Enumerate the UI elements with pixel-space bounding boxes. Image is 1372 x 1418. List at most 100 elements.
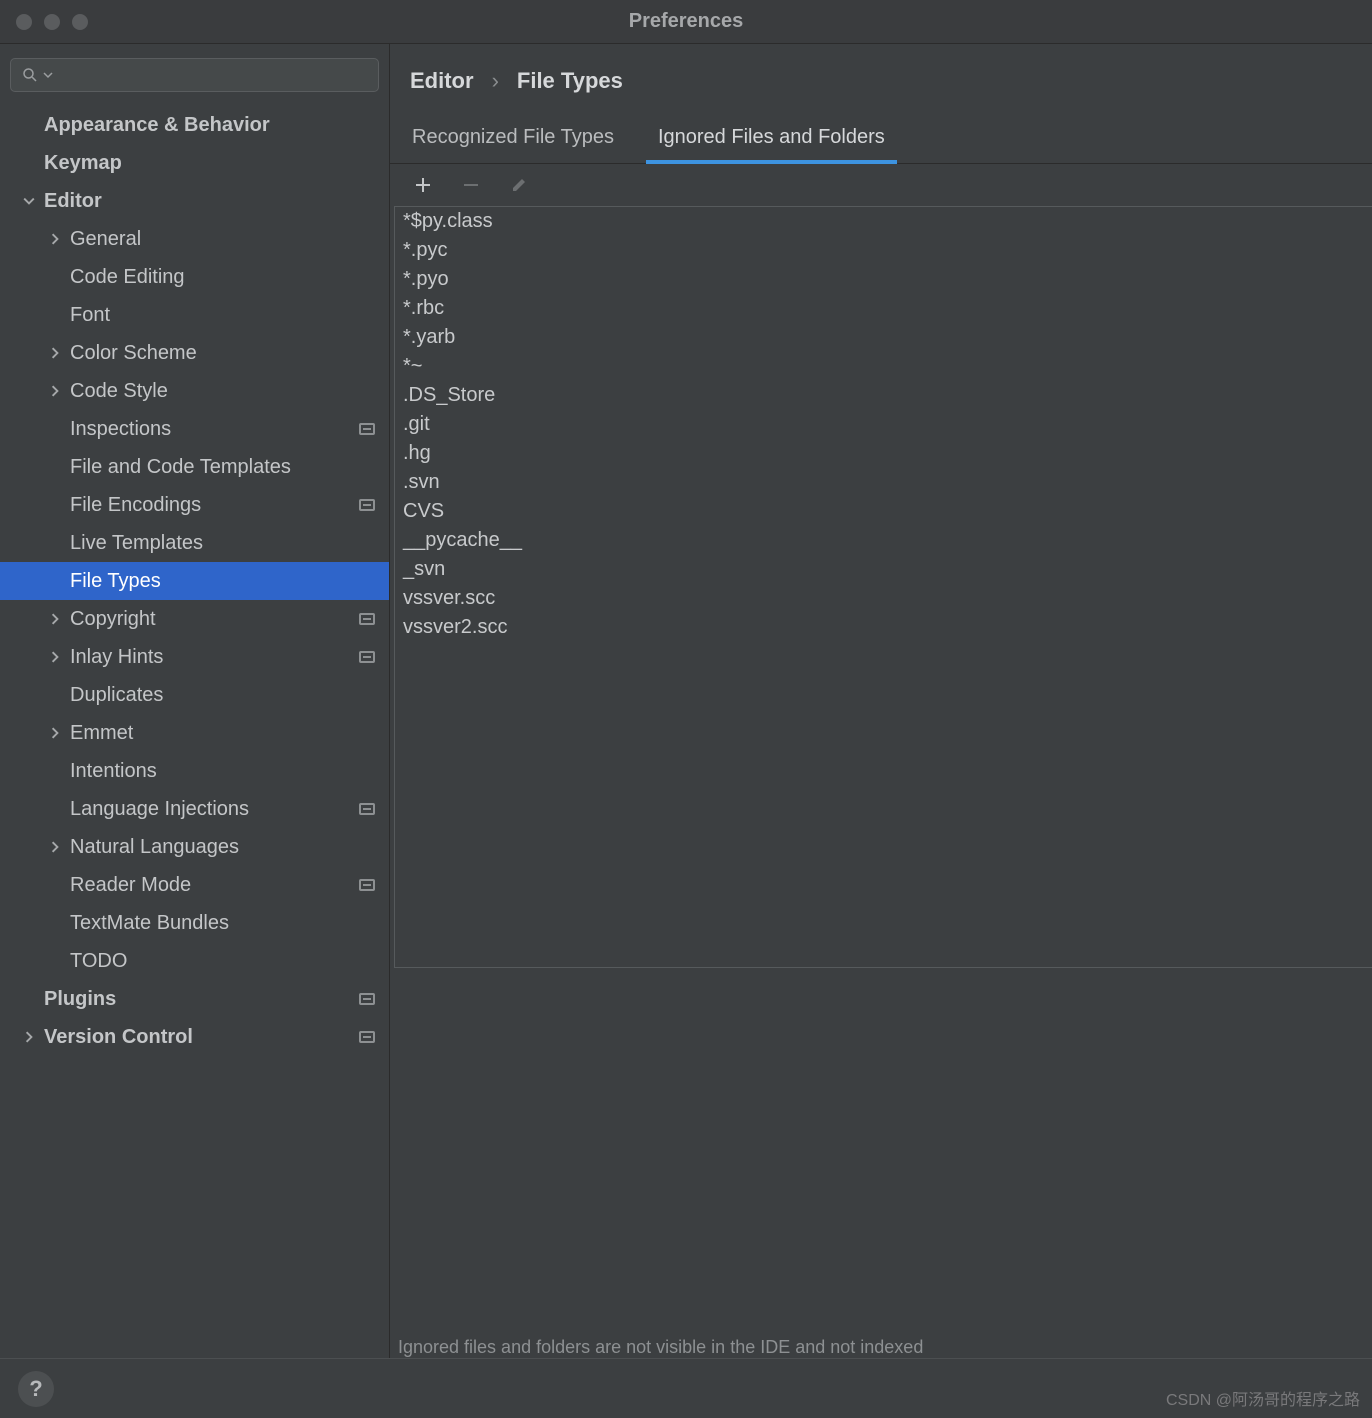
sidebar-item-label: Font	[70, 304, 110, 327]
sidebar-item-file-types[interactable]: File Types	[0, 562, 389, 600]
list-item[interactable]: *.pyc	[395, 236, 1372, 265]
sidebar-item-label: File Encodings	[70, 494, 201, 517]
tab-recognized-file-types[interactable]: Recognized File Types	[410, 116, 616, 163]
plus-icon	[414, 176, 432, 194]
window-controls	[0, 14, 88, 30]
sidebar-item-natural-languages[interactable]: Natural Languages	[0, 828, 389, 866]
list-item[interactable]: vssver2.scc	[395, 613, 1372, 642]
search-input[interactable]	[57, 65, 368, 86]
sidebar-item-color-scheme[interactable]: Color Scheme	[0, 334, 389, 372]
sidebar-item-language-injections[interactable]: Language Injections	[0, 790, 389, 828]
sidebar-item-label: Reader Mode	[70, 874, 191, 897]
pencil-icon	[510, 176, 528, 194]
sidebar-item-general[interactable]: General	[0, 220, 389, 258]
list-item[interactable]: .git	[395, 410, 1372, 439]
zoom-window-button[interactable]	[72, 14, 88, 30]
search-icon	[21, 66, 39, 84]
sidebar-item-font[interactable]: Font	[0, 296, 389, 334]
sidebar-item-label: Copyright	[70, 608, 156, 631]
sidebar-item-editor[interactable]: Editor	[0, 182, 389, 220]
sidebar-item-label: Natural Languages	[70, 836, 239, 859]
sidebar-item-label: Inspections	[70, 418, 171, 441]
list-item[interactable]: vssver.scc	[395, 584, 1372, 613]
chevron-right-icon	[46, 347, 64, 359]
list-item[interactable]: *$py.class	[395, 207, 1372, 236]
sidebar-item-emmet[interactable]: Emmet	[0, 714, 389, 752]
sidebar-item-label: Code Editing	[70, 266, 185, 289]
sidebar-item-todo[interactable]: TODO	[0, 942, 389, 980]
sidebar-item-label: Intentions	[70, 760, 157, 783]
edit-button[interactable]	[508, 174, 530, 196]
sidebar-item-label: Code Style	[70, 380, 168, 403]
chevron-right-icon	[46, 841, 64, 853]
list-item[interactable]: .svn	[395, 468, 1372, 497]
titlebar: Preferences	[0, 0, 1372, 44]
sidebar-item-label: TODO	[70, 950, 127, 973]
minimize-window-button[interactable]	[44, 14, 60, 30]
preferences-sidebar: Appearance & Behavior Keymap Editor General…	[0, 44, 390, 1358]
list-item[interactable]: *.yarb	[395, 323, 1372, 352]
sidebar-item-label: Version Control	[44, 1026, 193, 1049]
list-item[interactable]: __pycache__	[395, 526, 1372, 555]
main-area: Appearance & Behavior Keymap Editor General…	[0, 44, 1372, 1358]
sidebar-item-textmate-bundles[interactable]: TextMate Bundles	[0, 904, 389, 942]
sidebar-item-file-and-code-templates[interactable]: File and Code Templates	[0, 448, 389, 486]
sidebar-item-inspections[interactable]: Inspections	[0, 410, 389, 448]
list-toolbar	[390, 164, 1372, 206]
sidebar-item-label: Editor	[44, 190, 102, 213]
sidebar-item-label: Appearance & Behavior	[44, 114, 270, 137]
list-item[interactable]: CVS	[395, 497, 1372, 526]
breadcrumb-leaf: File Types	[517, 68, 623, 94]
sidebar-item-label: Plugins	[44, 988, 116, 1011]
scope-indicator-icon	[359, 499, 375, 511]
chevron-right-icon	[20, 1031, 38, 1043]
hint-text: Ignored files and folders are not visibl…	[390, 1319, 1372, 1358]
sidebar-item-plugins[interactable]: Plugins	[0, 980, 389, 1018]
sidebar-item-live-templates[interactable]: Live Templates	[0, 524, 389, 562]
sidebar-item-label: File and Code Templates	[70, 456, 291, 479]
list-item[interactable]: .DS_Store	[395, 381, 1372, 410]
scope-indicator-icon	[359, 879, 375, 891]
tab-ignored-files-and-folders[interactable]: Ignored Files and Folders	[656, 116, 887, 163]
scope-indicator-icon	[359, 423, 375, 435]
close-window-button[interactable]	[16, 14, 32, 30]
window-title: Preferences	[0, 10, 1372, 33]
help-button[interactable]: ?	[18, 1371, 54, 1407]
chevron-right-icon	[46, 651, 64, 663]
remove-button[interactable]	[460, 174, 482, 196]
minus-icon	[462, 176, 480, 194]
list-item[interactable]: .hg	[395, 439, 1372, 468]
sidebar-item-code-editing[interactable]: Code Editing	[0, 258, 389, 296]
sidebar-item-appearance-behavior[interactable]: Appearance & Behavior	[0, 106, 389, 144]
sidebar-item-label: Inlay Hints	[70, 646, 163, 669]
scope-indicator-icon	[359, 1031, 375, 1043]
sidebar-item-label: Duplicates	[70, 684, 163, 707]
chevron-right-icon	[46, 385, 64, 397]
sidebar-item-label: TextMate Bundles	[70, 912, 229, 935]
chevron-right-icon	[46, 613, 64, 625]
settings-tree: Appearance & Behavior Keymap Editor General…	[0, 106, 389, 1056]
search-field[interactable]	[10, 58, 379, 92]
sidebar-item-inlay-hints[interactable]: Inlay Hints	[0, 638, 389, 676]
scope-indicator-icon	[359, 803, 375, 815]
sidebar-item-code-style[interactable]: Code Style	[0, 372, 389, 410]
list-item[interactable]: *.pyo	[395, 265, 1372, 294]
sidebar-item-label: Emmet	[70, 722, 133, 745]
sidebar-item-intentions[interactable]: Intentions	[0, 752, 389, 790]
sidebar-item-label: Color Scheme	[70, 342, 197, 365]
list-item[interactable]: *.rbc	[395, 294, 1372, 323]
list-item[interactable]: _svn	[395, 555, 1372, 584]
list-item[interactable]: *~	[395, 352, 1372, 381]
sidebar-item-duplicates[interactable]: Duplicates	[0, 676, 389, 714]
watermark: CSDN @阿汤哥的程序之路	[1166, 1386, 1360, 1410]
add-button[interactable]	[412, 174, 434, 196]
breadcrumb-separator: ›	[492, 68, 499, 94]
sidebar-item-version-control[interactable]: Version Control	[0, 1018, 389, 1056]
sidebar-item-keymap[interactable]: Keymap	[0, 144, 389, 182]
sidebar-item-file-encodings[interactable]: File Encodings	[0, 486, 389, 524]
breadcrumb: Editor › File Types	[390, 68, 1372, 116]
scope-indicator-icon	[359, 993, 375, 1005]
sidebar-item-copyright[interactable]: Copyright	[0, 600, 389, 638]
ignored-patterns-list[interactable]: *$py.class*.pyc*.pyo*.rbc*.yarb*~.DS_Sto…	[394, 206, 1372, 968]
sidebar-item-reader-mode[interactable]: Reader Mode	[0, 866, 389, 904]
